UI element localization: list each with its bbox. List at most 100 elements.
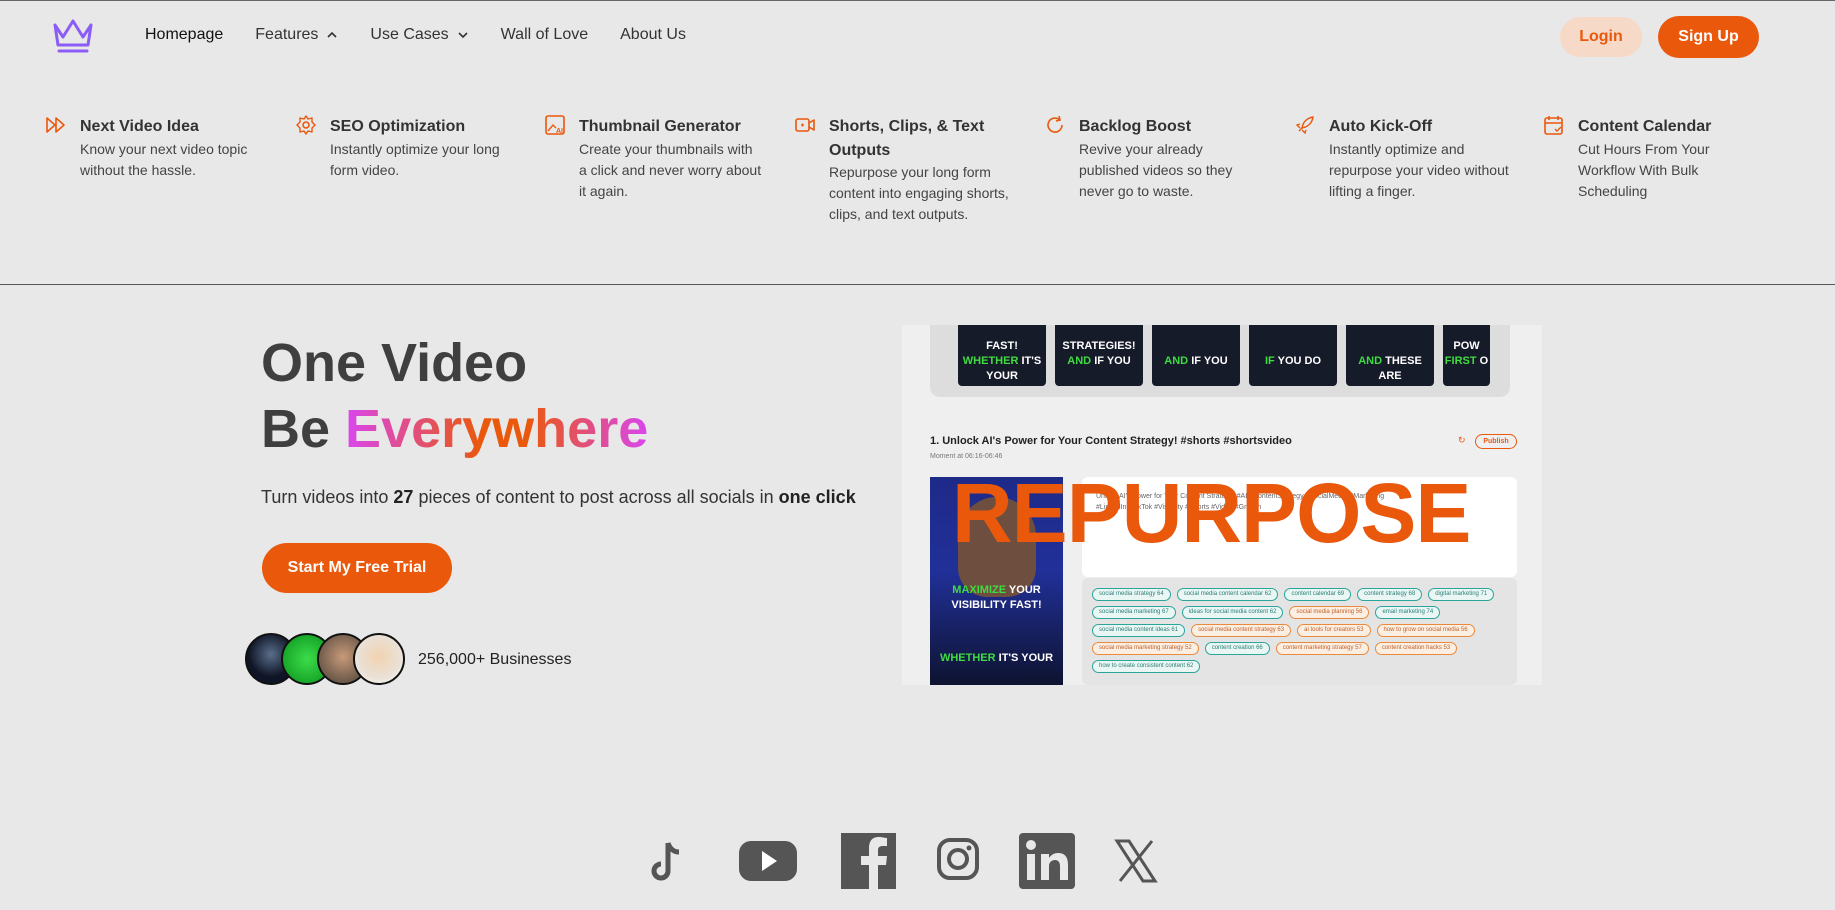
tiktok-icon[interactable] bbox=[648, 833, 686, 889]
regenerate-icon[interactable]: ↻ bbox=[1458, 435, 1466, 446]
publish-button[interactable]: Publish bbox=[1475, 434, 1517, 449]
nav-use-cases-label: Use Cases bbox=[370, 26, 449, 43]
feature-title: Content Calendar bbox=[1578, 118, 1712, 135]
chevron-up-icon bbox=[327, 31, 337, 38]
keyword-tag[interactable]: how to create consistent content 62 bbox=[1092, 660, 1201, 673]
feature-title: Next Video Idea bbox=[80, 118, 199, 135]
keyword-tag[interactable]: content strategy 68 bbox=[1357, 588, 1423, 601]
login-button[interactable]: Login bbox=[1560, 17, 1642, 57]
hero-title-line2: Be Everywhere bbox=[261, 396, 648, 462]
youtube-icon[interactable] bbox=[738, 833, 798, 889]
hero-sub-pre: Turn videos into bbox=[261, 487, 389, 507]
keyword-tag[interactable]: content marketing strategy 57 bbox=[1275, 642, 1369, 655]
nav-wall-of-love-label: Wall of Love bbox=[500, 26, 589, 43]
keyword-tag[interactable]: social media content calendar 62 bbox=[1176, 588, 1279, 601]
feature-title: Thumbnail Generator bbox=[579, 118, 741, 135]
nav-links: Homepage Features Use Cases Wall of Love… bbox=[145, 26, 718, 44]
facebook-icon[interactable] bbox=[840, 833, 897, 889]
thumb-top: FAST! bbox=[986, 340, 1018, 352]
short-thumbnail[interactable]: STRATEGIES! AND IF YOU bbox=[1055, 325, 1143, 386]
shorts-thumbnail-strip: FAST! WHETHER IT'S YOUR STRATEGIES! AND IF… bbox=[930, 325, 1510, 397]
video-icon bbox=[795, 118, 815, 132]
crown-logo-icon[interactable] bbox=[51, 17, 95, 55]
keyword-tag[interactable]: social media content strategy 63 bbox=[1191, 624, 1292, 637]
refresh-icon bbox=[1047, 115, 1063, 133]
keyword-tag[interactable]: social media marketing 67 bbox=[1092, 606, 1176, 619]
thumb-green: AND bbox=[1358, 355, 1383, 367]
menu-divider bbox=[0, 284, 1835, 285]
thumb-green: IF bbox=[1264, 355, 1275, 367]
nav-use-cases[interactable]: Use Cases bbox=[370, 26, 468, 44]
hero-sub-num: 27 bbox=[393, 487, 414, 507]
signup-button[interactable]: Sign Up bbox=[1658, 16, 1759, 58]
thumb-green: FIRST bbox=[1444, 355, 1477, 367]
repurpose-overlay-text: REPURPOSE bbox=[952, 466, 1471, 560]
thumb-top: POW bbox=[1453, 340, 1480, 352]
keyword-tags: social media strategy 64 social media con… bbox=[1092, 588, 1512, 673]
nav-about-us[interactable]: About Us bbox=[620, 26, 686, 44]
thumb-green: AND bbox=[1067, 355, 1092, 367]
hero-title-be: Be bbox=[261, 399, 331, 459]
thumb-green: WHETHER bbox=[962, 355, 1019, 367]
product-preview: FAST! WHETHER IT'S YOUR STRATEGIES! AND IF… bbox=[902, 325, 1542, 685]
avatar bbox=[353, 633, 405, 685]
customer-avatars bbox=[245, 633, 405, 685]
feature-title: Shorts, Clips, & Text Outputs bbox=[829, 118, 985, 159]
feature-title: Auto Kick-Off bbox=[1329, 118, 1433, 135]
fast-forward-icon bbox=[46, 117, 65, 133]
chevron-down-icon bbox=[458, 32, 468, 39]
keyword-tag[interactable]: ideas for social media content 62 bbox=[1181, 606, 1284, 619]
feature-desc: Know your next video topic without the h… bbox=[80, 141, 248, 178]
video-caption-2-rest: IT'S YOUR bbox=[998, 652, 1054, 664]
keyword-tag[interactable]: social media planning 56 bbox=[1289, 606, 1370, 619]
gear-icon bbox=[296, 115, 316, 135]
keyword-tag[interactable]: digital marketing 71 bbox=[1428, 588, 1495, 601]
keyword-tag[interactable]: content calendar 69 bbox=[1284, 588, 1352, 601]
keyword-tag[interactable]: social media strategy 64 bbox=[1092, 588, 1171, 601]
clip-title: 1. Unlock AI's Power for Your Content St… bbox=[930, 435, 1292, 447]
keyword-tag[interactable]: how to grow on social media 56 bbox=[1376, 624, 1475, 637]
keyword-tag[interactable]: content creation hacks 53 bbox=[1374, 642, 1458, 655]
hero-title-highlight: Everywhere bbox=[345, 399, 649, 459]
x-icon[interactable] bbox=[1114, 833, 1158, 889]
businesses-count: 256,000+ Businesses bbox=[418, 651, 572, 668]
thumb-rest: IF YOU bbox=[1094, 355, 1131, 367]
top-navigation: Homepage Features Use Cases Wall of Love… bbox=[0, 0, 1835, 76]
video-caption-2-green: WHETHER bbox=[939, 652, 996, 664]
thumb-rest: O bbox=[1479, 355, 1489, 367]
keyword-tag[interactable]: ai tools for creators 53 bbox=[1297, 624, 1371, 637]
nav-features-label: Features bbox=[255, 26, 319, 43]
thumb-rest: YOU DO bbox=[1277, 355, 1322, 367]
short-thumbnail[interactable]: POW FIRST O bbox=[1443, 325, 1490, 386]
ai-image-icon: AI bbox=[545, 115, 565, 135]
short-thumbnail[interactable]: IF YOU DO bbox=[1249, 325, 1337, 386]
keyword-tag[interactable]: social media marketing strategy 52 bbox=[1092, 642, 1199, 655]
nav-homepage[interactable]: Homepage bbox=[145, 26, 223, 44]
hero-subtitle: Turn videos into 27 pieces of content to… bbox=[261, 487, 856, 508]
nav-features[interactable]: Features bbox=[255, 26, 338, 44]
keyword-tag[interactable]: email marketing 74 bbox=[1375, 606, 1441, 619]
thumb-top: STRATEGIES! bbox=[1062, 340, 1136, 352]
rocket-icon bbox=[1295, 116, 1314, 135]
short-thumbnail[interactable]: FAST! WHETHER IT'S YOUR bbox=[958, 325, 1046, 386]
feature-desc: Cut Hours From Your Workflow With Bulk S… bbox=[1578, 141, 1710, 199]
keyword-tag[interactable]: social media content ideas 61 bbox=[1092, 624, 1186, 637]
thumb-green: AND bbox=[1164, 355, 1189, 367]
feature-desc: Create your thumbnails with a click and … bbox=[579, 141, 762, 199]
linkedin-icon[interactable] bbox=[1018, 833, 1076, 889]
calendar-icon bbox=[1544, 116, 1563, 135]
keyword-tags-panel: social media strategy 64 social media con… bbox=[1082, 578, 1517, 685]
thumb-rest: THESE ARE bbox=[1378, 355, 1422, 382]
short-thumbnail[interactable]: AND IF YOU bbox=[1152, 325, 1240, 386]
clip-timestamp: Moment at 06:16-06:46 bbox=[930, 453, 1003, 460]
thumb-rest: IF YOU bbox=[1191, 355, 1228, 367]
feature-desc: Instantly optimize your long form video. bbox=[330, 141, 500, 178]
instagram-icon[interactable] bbox=[936, 833, 980, 889]
video-caption-2: WHETHER IT'S YOUR bbox=[930, 652, 1063, 664]
nav-wall-of-love[interactable]: Wall of Love bbox=[501, 26, 588, 44]
video-caption-1: MAXIMIZE YOUR VISIBILITY FAST! bbox=[930, 583, 1063, 613]
keyword-tag[interactable]: content creation 66 bbox=[1204, 642, 1270, 655]
start-free-trial-button[interactable]: Start My Free Trial bbox=[262, 543, 452, 593]
feature-title: SEO Optimization bbox=[330, 118, 466, 135]
short-thumbnail[interactable]: AND THESE ARE bbox=[1346, 325, 1434, 386]
